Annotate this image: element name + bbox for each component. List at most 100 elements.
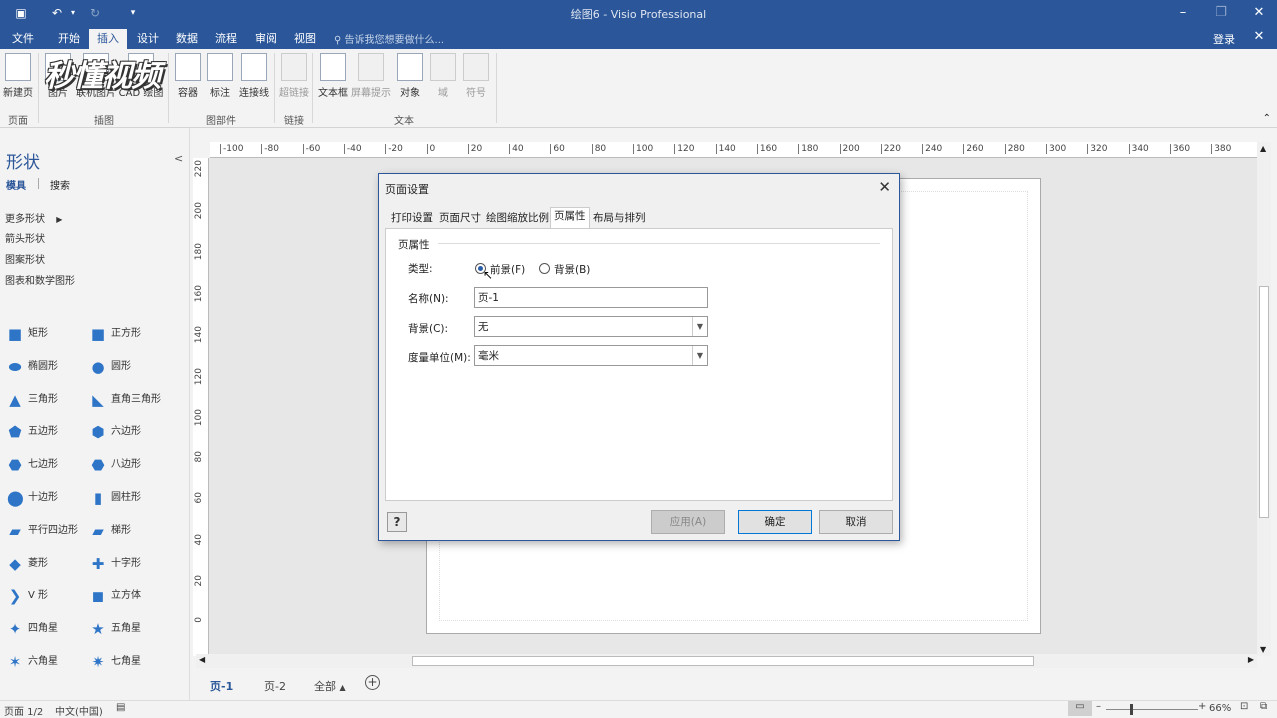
hyperlink-button[interactable]: 超链接 bbox=[278, 53, 310, 99]
add-page-icon[interactable]: + bbox=[365, 675, 380, 690]
object-button[interactable]: 对象 bbox=[396, 53, 424, 99]
container-button[interactable]: 容器 bbox=[174, 53, 202, 99]
tell-me-box[interactable]: ⚲ 告诉我您想要做什么... bbox=[334, 31, 444, 46]
ruler-tick-label: 40 bbox=[509, 144, 524, 154]
textbox-button[interactable]: 文本框 bbox=[316, 53, 350, 99]
new-page-button[interactable]: 新建页 bbox=[2, 53, 34, 99]
scroll-down-icon[interactable]: ▼ bbox=[1260, 645, 1266, 654]
horizontal-scrollbar[interactable]: ◀ ▶ bbox=[196, 654, 1257, 668]
callout-button[interactable]: 标注 bbox=[206, 53, 234, 99]
ruler-tick-label: 140 bbox=[715, 144, 736, 154]
tab-layout-routing[interactable]: 布局与排列 bbox=[590, 210, 649, 228]
menu-view[interactable]: 视图 bbox=[286, 29, 324, 48]
more-shapes-link[interactable]: 更多形状 ▶ bbox=[5, 210, 62, 225]
page-tab-1[interactable]: 页-1 bbox=[210, 678, 233, 694]
new-page-label: 新建页 bbox=[3, 88, 33, 99]
menu-insert[interactable]: 插入 bbox=[89, 29, 127, 49]
chevron-down-icon[interactable]: ▼ bbox=[692, 317, 707, 336]
fit-page-icon[interactable]: ⊡ bbox=[1240, 701, 1248, 712]
switch-windows-icon[interactable]: ⧉ bbox=[1260, 701, 1267, 712]
menu-review[interactable]: 审阅 bbox=[247, 29, 285, 48]
zoom-level[interactable]: 66% bbox=[1209, 703, 1231, 714]
collapse-ribbon-icon[interactable]: ⌃ bbox=[1263, 113, 1271, 124]
ruler-tick-label: 200 bbox=[839, 144, 860, 154]
shape-icon: ● bbox=[91, 357, 105, 376]
screentip-icon bbox=[358, 53, 384, 81]
ruler-tick-label: 180 bbox=[798, 144, 818, 154]
menu-home[interactable]: 开始 bbox=[50, 29, 88, 48]
radio-background[interactable]: 背景(B) bbox=[539, 262, 599, 276]
tab-drawing-scale[interactable]: 绘图缩放比例 bbox=[483, 210, 552, 228]
connector-button[interactable]: 连接线 bbox=[238, 53, 270, 99]
menu-process[interactable]: 流程 bbox=[207, 29, 245, 48]
shape-icon: ✶ bbox=[8, 653, 22, 671]
shape-icon: ▰ bbox=[92, 521, 104, 540]
tab-stencils[interactable]: 模具 bbox=[6, 177, 26, 192]
shape-label: 矩形 bbox=[28, 328, 48, 339]
stencil-pattern-shapes[interactable]: 图案形状 bbox=[5, 251, 45, 266]
chevron-down-icon[interactable]: ▼ bbox=[692, 346, 707, 365]
vertical-scrollbar[interactable]: ▲ ▼ bbox=[1257, 142, 1271, 656]
apply-button[interactable]: 应用(A) bbox=[651, 510, 725, 534]
restore-icon[interactable]: ❐ bbox=[1210, 3, 1232, 23]
radio-background-button[interactable] bbox=[539, 263, 550, 274]
shape-label: 五边形 bbox=[28, 426, 58, 438]
screentip-button[interactable]: 屏幕提示 bbox=[350, 53, 392, 99]
shape-icon: ⬬ bbox=[8, 357, 22, 376]
background-select[interactable]: 无 ▼ bbox=[474, 316, 708, 337]
zoom-out-icon[interactable]: – bbox=[1096, 701, 1101, 712]
textbox-icon bbox=[320, 53, 346, 81]
ruler-tick-label: 0 bbox=[426, 144, 435, 154]
dialog-close-icon[interactable]: ✕ bbox=[878, 178, 891, 196]
tab-print-setup[interactable]: 打印设置 bbox=[388, 210, 436, 228]
name-field[interactable]: 页-1 bbox=[474, 287, 708, 308]
scroll-thumb[interactable] bbox=[1259, 286, 1269, 518]
hyperlink-label: 超链接 bbox=[279, 88, 309, 99]
field-icon bbox=[430, 53, 456, 81]
zoom-in-icon[interactable]: + bbox=[1198, 701, 1206, 712]
shape-label: 六边形 bbox=[111, 426, 141, 438]
zoom-slider[interactable] bbox=[1106, 709, 1198, 710]
scroll-up-icon[interactable]: ▲ bbox=[1260, 144, 1266, 153]
tab-page-properties[interactable]: 页属性 bbox=[550, 207, 590, 228]
page-tab-2[interactable]: 页-2 bbox=[264, 678, 286, 694]
minimize-icon[interactable]: – bbox=[1172, 3, 1194, 23]
cancel-button[interactable]: 取消 bbox=[819, 510, 893, 534]
shape-label: 十边形 bbox=[28, 492, 58, 503]
horizontal-ruler: -100 -80 -60 -40 -20 0 20 40 60 80 100 120 140 160 180… bbox=[210, 142, 1258, 158]
field-button[interactable]: 域 bbox=[430, 53, 456, 99]
page-setup-dialog: 页面设置 ✕ 打印设置 页面尺寸 绘图缩放比例 页属性 布局与排列 页属性 类型… bbox=[378, 173, 900, 541]
stencil-arrow-shapes[interactable]: 箭头形状 bbox=[5, 230, 45, 245]
menu-data[interactable]: 数据 bbox=[168, 29, 206, 48]
ruler-tick-label: 200 bbox=[194, 201, 204, 219]
close-window-icon[interactable]: ✕ bbox=[1248, 3, 1270, 23]
macro-icon[interactable]: ▤ bbox=[116, 702, 125, 713]
background-label: 背景(C): bbox=[408, 323, 449, 335]
shape-icon: ■ bbox=[7, 325, 23, 343]
tab-page-size[interactable]: 页面尺寸 bbox=[436, 210, 484, 228]
zoom-slider-thumb[interactable] bbox=[1130, 704, 1133, 715]
menu-file[interactable]: 文件 bbox=[4, 29, 42, 48]
symbol-label: 符号 bbox=[466, 88, 486, 99]
page-tab-all[interactable]: 全部 ▲ bbox=[314, 678, 346, 694]
symbol-button[interactable]: 符号 bbox=[462, 53, 490, 99]
group-links-label: 链接 bbox=[284, 116, 304, 127]
tell-me-text: 告诉我您想要做什么... bbox=[344, 35, 445, 46]
unit-select[interactable]: 毫米 ▼ bbox=[474, 345, 708, 366]
help-icon[interactable]: ? bbox=[387, 512, 407, 532]
menu-design[interactable]: 设计 bbox=[129, 29, 167, 48]
login-link[interactable]: 登录 bbox=[1213, 31, 1235, 47]
presentation-mode-icon[interactable]: ▭ bbox=[1068, 701, 1092, 716]
title-bar: ▣ ↶ ▾ ↻ ▾ 绘图6 - Visio Professional – ❐ ✕ bbox=[0, 0, 1277, 27]
close-doc-icon[interactable]: ✕ bbox=[1248, 27, 1270, 47]
more-shapes-label: 更多形状 bbox=[5, 214, 45, 225]
ruler-tick-label: 20 bbox=[467, 144, 482, 154]
collapse-pane-icon[interactable]: < bbox=[174, 152, 183, 165]
hscroll-thumb[interactable] bbox=[412, 656, 1034, 666]
scroll-right-icon[interactable]: ▶ bbox=[1248, 655, 1254, 664]
object-icon bbox=[397, 53, 423, 81]
stencil-chart-math-shapes[interactable]: 图表和数学图形 bbox=[5, 272, 75, 287]
ok-button[interactable]: 确定 bbox=[738, 510, 812, 534]
scroll-left-icon[interactable]: ◀ bbox=[199, 655, 205, 664]
tab-search[interactable]: 搜索 bbox=[50, 177, 70, 192]
